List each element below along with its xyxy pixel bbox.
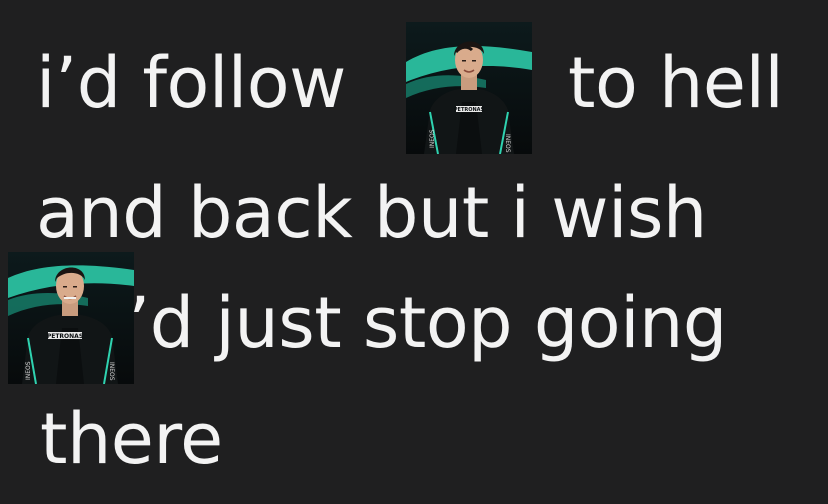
- tweet-text-post: i’d follow to hell PETRONAS INEOS INEOS …: [0, 0, 828, 504]
- line1-text-before: i’d follow: [36, 42, 346, 124]
- driver-photo-1-svg: PETRONAS INEOS INEOS: [406, 22, 532, 154]
- text-line-3: ’d just stop going: [0, 288, 828, 368]
- line3-text-after: ’d just stop going: [128, 282, 727, 364]
- line1-text-after: to hell: [568, 42, 784, 124]
- line2-text: and back but i wish: [36, 172, 707, 254]
- sleeve-right-text-1: INEOS: [504, 134, 511, 153]
- text-line-2: and back but i wish: [0, 178, 828, 258]
- line4-text: there: [40, 398, 223, 480]
- suit-sponsor-text-1: PETRONAS: [454, 107, 485, 113]
- sleeve-left-text-1: INEOS: [429, 129, 436, 148]
- driver-photo-inline-1: PETRONAS INEOS INEOS: [406, 22, 532, 154]
- text-line-4: there: [0, 404, 828, 484]
